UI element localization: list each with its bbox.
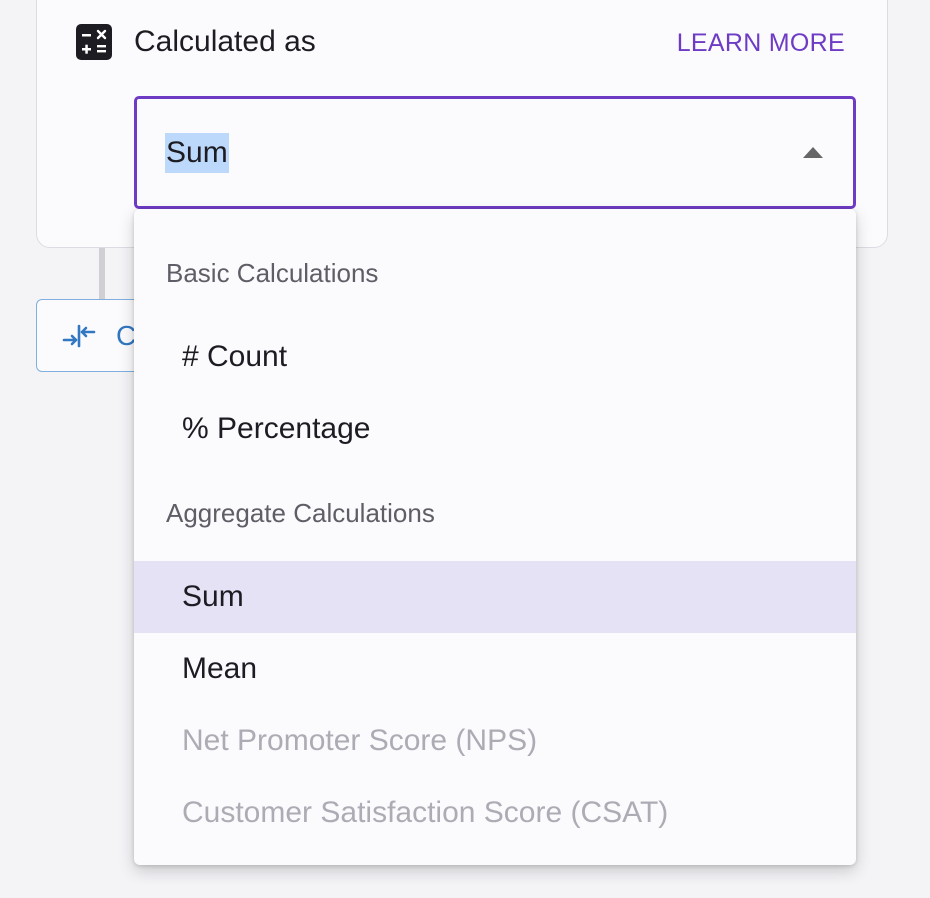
merge-arrows-icon (62, 324, 96, 348)
option-count[interactable]: # Count (134, 321, 856, 393)
option-csat: Customer Satisfaction Score (CSAT) (182, 796, 669, 829)
option-nps: Net Promoter Score (NPS) (182, 724, 538, 757)
calculation-select[interactable]: Sum (134, 96, 856, 209)
connector-line (99, 248, 105, 300)
section-title: Calculated as (134, 25, 316, 58)
calculator-icon (76, 24, 112, 60)
select-value[interactable]: Sum (165, 133, 229, 173)
group-header-basic: Basic Calculations (166, 258, 379, 288)
caret-up-icon[interactable] (803, 147, 823, 158)
group-header-aggregate: Aggregate Calculations (166, 498, 435, 528)
learn-more-link[interactable]: LEARN MORE (677, 26, 845, 60)
option-percentage[interactable]: % Percentage (134, 393, 856, 465)
calculation-dropdown-menu: Basic Calculations # Count % Percentage … (134, 209, 856, 865)
option-sum[interactable]: Sum (134, 561, 856, 633)
option-mean[interactable]: Mean (134, 633, 856, 705)
